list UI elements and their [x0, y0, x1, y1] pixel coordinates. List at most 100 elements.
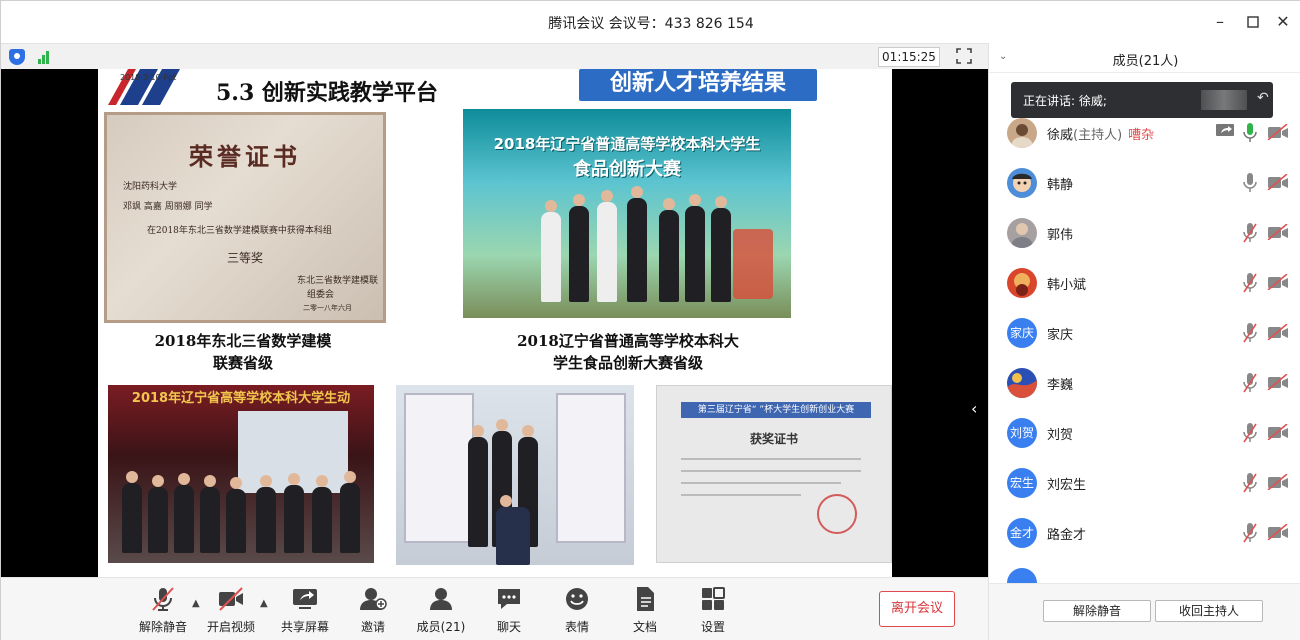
title-bar: 腾讯会议 会议号：433 826 154 – ✕: [1, 1, 1300, 43]
camera-off-icon[interactable]: [1267, 174, 1289, 190]
chat-button[interactable]: 聊天: [479, 586, 539, 635]
caption-line: 2018年东北三省数学建模: [154, 332, 332, 350]
caption-line: 2018辽宁省普通高等学校本科大: [517, 332, 739, 350]
close-button[interactable]: ✕: [1272, 11, 1294, 33]
camera-off-icon[interactable]: [1267, 274, 1289, 290]
camera-off-icon[interactable]: [1267, 124, 1289, 140]
reclaim-host-button[interactable]: 收回主持人: [1155, 600, 1263, 622]
member-row[interactable]: 金才 路金才: [989, 508, 1300, 558]
return-icon[interactable]: ↶: [1257, 90, 1271, 108]
competition-photo: 2018年辽宁省普通高等学校本科大学生 食品创新大赛: [463, 109, 791, 318]
members-panel-title: 成员(21人): [1112, 54, 1179, 69]
mic-muted-icon[interactable]: [1243, 422, 1257, 444]
person: [200, 475, 220, 553]
member-name: 韩静: [1047, 178, 1074, 193]
certificate-org: 东北三省数学建模联: [297, 276, 379, 286]
certificate-school: 沈阳药科大学: [123, 182, 178, 192]
certificate-body: 在2018年东北三省数学建模联赛中获得本科组: [147, 226, 332, 236]
mic-muted-icon[interactable]: [1243, 472, 1257, 494]
mic-muted-icon[interactable]: [1243, 522, 1257, 544]
start-video-button[interactable]: 开启视频: [201, 586, 261, 635]
presentation-slide: 2018·3·10·Ppt 5.3 创新实践教学平台 创新人才培养结果 荣誉证书…: [98, 69, 892, 577]
settings-grid-icon: [702, 587, 725, 610]
mic-muted-icon: [152, 587, 174, 611]
person: [541, 200, 561, 302]
member-row[interactable]: 徐威(主持人) 嘈杂: [989, 108, 1300, 158]
camera-off-icon[interactable]: [1267, 324, 1289, 340]
member-row[interactable]: 家庆 家庆: [989, 308, 1300, 358]
member-row[interactable]: 韩小斌: [989, 258, 1300, 308]
camera-off-icon[interactable]: [1267, 224, 1289, 240]
maximize-icon: [1247, 16, 1259, 28]
camera-off-icon[interactable]: [1267, 474, 1289, 490]
member-row[interactable]: 宏生 刘宏生: [989, 458, 1300, 508]
member-row[interactable]: 李巍: [989, 358, 1300, 408]
member-row-partial[interactable]: [989, 558, 1300, 583]
member-row[interactable]: 韩静: [989, 158, 1300, 208]
avatar: 家庆: [1007, 318, 1037, 348]
signal-icon[interactable]: [38, 50, 52, 64]
unmute-label: 解除静音: [138, 620, 187, 634]
caption-line: 学生食品创新大赛省级: [552, 354, 703, 372]
settings-button[interactable]: 设置: [683, 586, 743, 635]
leave-meeting-button[interactable]: 离开会议: [879, 591, 955, 627]
exhibition-board: [556, 393, 626, 543]
docs-button[interactable]: 文档: [615, 586, 675, 635]
camera-off-icon[interactable]: [1267, 374, 1289, 390]
members-button[interactable]: 成员(21): [411, 586, 471, 635]
share-screen-button[interactable]: 共享屏幕: [275, 586, 335, 635]
honor-certificate-photo: 荣誉证书 沈阳药科大学 邓飒 高嘉 周丽娜 同学 在2018年东北三省数学建模联…: [104, 112, 386, 323]
invite-label: 邀请: [360, 620, 385, 634]
mic-muted-icon[interactable]: [1243, 322, 1257, 344]
avatar: [1007, 368, 1037, 398]
unmute-all-button[interactable]: 解除静音: [1043, 600, 1151, 622]
share-status-bar: 01:15:25: [1, 43, 988, 69]
award-certificate-photo: 第三届辽宁省“ ”杯大学生创新创业大赛 获奖证书: [656, 385, 892, 563]
award-certificate-header: 第三届辽宁省“ ”杯大学生创新创业大赛: [681, 402, 871, 418]
expand-panel-icon[interactable]: ‹: [971, 399, 985, 419]
chat-label: 聊天: [496, 620, 521, 634]
member-row[interactable]: 郭伟: [989, 208, 1300, 258]
emoji-icon: [566, 588, 588, 610]
window-title: 腾讯会议 会议号：433 826 154: [548, 16, 754, 32]
certificate-award: 三等奖: [227, 251, 264, 265]
member-row[interactable]: 刘贺 刘贺: [989, 408, 1300, 458]
members-panel-header: ⌄ 成员(21人): [989, 43, 1300, 73]
minimize-button[interactable]: –: [1209, 11, 1231, 33]
unmute-button[interactable]: 解除静音: [133, 586, 193, 635]
camera-off-icon: [219, 587, 243, 611]
shield-icon[interactable]: [9, 49, 25, 65]
camera-off-icon[interactable]: [1267, 524, 1289, 540]
official-seal: [817, 494, 857, 534]
avatar: [1007, 168, 1037, 198]
mic-muted-icon[interactable]: [1243, 272, 1257, 294]
certificate-org2: 组委会: [307, 290, 335, 300]
person: [312, 475, 332, 553]
settings-label: 设置: [700, 620, 725, 634]
avatar: 刘贺: [1007, 418, 1037, 448]
video-options-caret[interactable]: ▲: [260, 598, 270, 609]
avatar: 宏生: [1007, 468, 1037, 498]
person: [174, 473, 194, 553]
fullscreen-icon[interactable]: [956, 48, 972, 64]
camera-off-icon[interactable]: [1267, 424, 1289, 440]
mic-muted-icon[interactable]: [1243, 222, 1257, 244]
meeting-window: 腾讯会议 会议号：433 826 154 – ✕ 01:15:25 2018·3…: [0, 0, 1300, 640]
mic-muted-icon[interactable]: [1243, 372, 1257, 394]
drink-bottles: [733, 229, 773, 299]
reaction-button[interactable]: 表情: [547, 586, 607, 635]
member-name: 路金才: [1047, 528, 1087, 543]
avatar: [1007, 218, 1037, 248]
invite-button[interactable]: 邀请: [343, 586, 403, 635]
member-name: 徐威(主持人) 嘈杂: [1047, 124, 1154, 143]
avatar: [1007, 268, 1037, 298]
mic-active-icon[interactable]: [1243, 122, 1257, 144]
document-icon: [637, 587, 654, 611]
mic-icon[interactable]: [1243, 172, 1257, 194]
award-certificate-title: 获奖证书: [749, 432, 798, 446]
slide-banner: 创新人才培养结果: [579, 69, 817, 101]
meeting-toolbar: 解除静音 ▲ 开启视频 ▲ 共享屏幕 邀请 成员(21) 聊天 表情 文档 设置…: [1, 577, 988, 640]
maximize-button[interactable]: [1242, 11, 1264, 33]
person: [685, 194, 705, 302]
shared-screen[interactable]: 2018·3·10·Ppt 5.3 创新实践教学平台 创新人才培养结果 荣誉证书…: [1, 69, 988, 577]
